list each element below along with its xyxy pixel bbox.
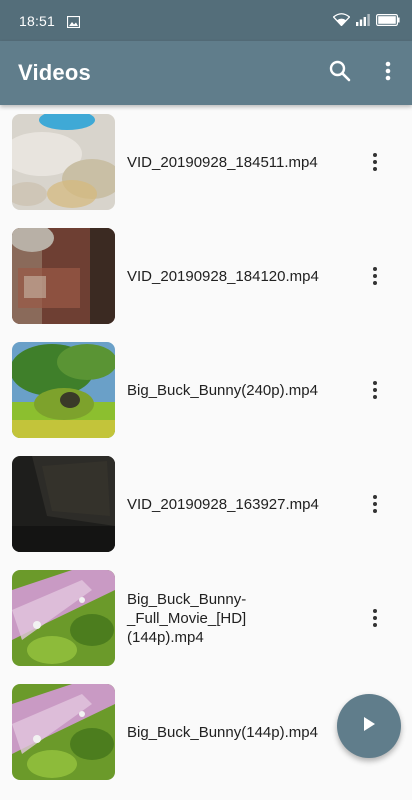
- video-list-item[interactable]: VID_20190928_184511.mp4: [0, 105, 412, 219]
- search-icon: [329, 60, 351, 87]
- video-name-line: (144p).mp4: [127, 628, 204, 646]
- play-icon: [362, 716, 376, 737]
- status-bar: 18:51: [0, 0, 412, 41]
- video-name: Big_Buck_Bunny- _Full_Movie_[HD] (144p).…: [127, 590, 337, 647]
- video-name: VID_20190928_184511.mp4: [127, 153, 318, 171]
- video-list-item[interactable]: VID_20190928_163927.mp4: [0, 447, 412, 561]
- wifi-icon: [332, 12, 351, 29]
- overflow-menu-icon: [385, 61, 391, 86]
- app-bar: Videos: [0, 41, 412, 105]
- overflow-menu-button[interactable]: [364, 49, 412, 97]
- more-options-button[interactable]: [358, 145, 392, 179]
- video-name: Big_Buck_Bunny(240p).mp4: [127, 381, 318, 399]
- more-vert-icon: [373, 267, 377, 285]
- video-name: Big_Buck_Bunny(144p).mp4: [127, 723, 318, 741]
- more-options-button[interactable]: [358, 259, 392, 293]
- video-thumbnail: [12, 114, 115, 210]
- video-name-line: Big_Buck_Bunny-: [127, 590, 247, 608]
- video-thumbnail: [12, 342, 115, 438]
- video-name: VID_20190928_184120.mp4: [127, 267, 319, 285]
- search-button[interactable]: [316, 49, 364, 97]
- signal-icon: [356, 13, 370, 29]
- more-options-button[interactable]: [358, 373, 392, 407]
- more-options-button[interactable]: [358, 487, 392, 521]
- more-vert-icon: [373, 153, 377, 171]
- video-thumbnail: [12, 228, 115, 324]
- play-fab-button[interactable]: [337, 694, 401, 758]
- video-name: VID_20190928_163927.mp4: [127, 495, 319, 513]
- more-vert-icon: [373, 495, 377, 513]
- video-name-line: _Full_Movie_[HD]: [127, 609, 247, 627]
- status-time: 18:51: [19, 12, 56, 29]
- more-options-button[interactable]: [358, 601, 392, 635]
- video-thumbnail: [12, 570, 115, 666]
- image-icon: [66, 15, 81, 28]
- more-vert-icon: [373, 609, 377, 627]
- video-list-item[interactable]: Big_Buck_Bunny- _Full_Movie_[HD] (144p).…: [0, 561, 412, 675]
- video-list-item[interactable]: Big_Buck_Bunny(240p).mp4: [0, 333, 412, 447]
- video-thumbnail: [12, 456, 115, 552]
- page-title: Videos: [18, 60, 91, 85]
- video-list-item[interactable]: VID_20190928_184120.mp4: [0, 219, 412, 333]
- more-vert-icon: [373, 381, 377, 399]
- video-thumbnail: [12, 684, 115, 780]
- battery-icon: [376, 13, 400, 29]
- video-list: VID_20190928_184511.mp4 VID_20190928_184…: [0, 105, 412, 789]
